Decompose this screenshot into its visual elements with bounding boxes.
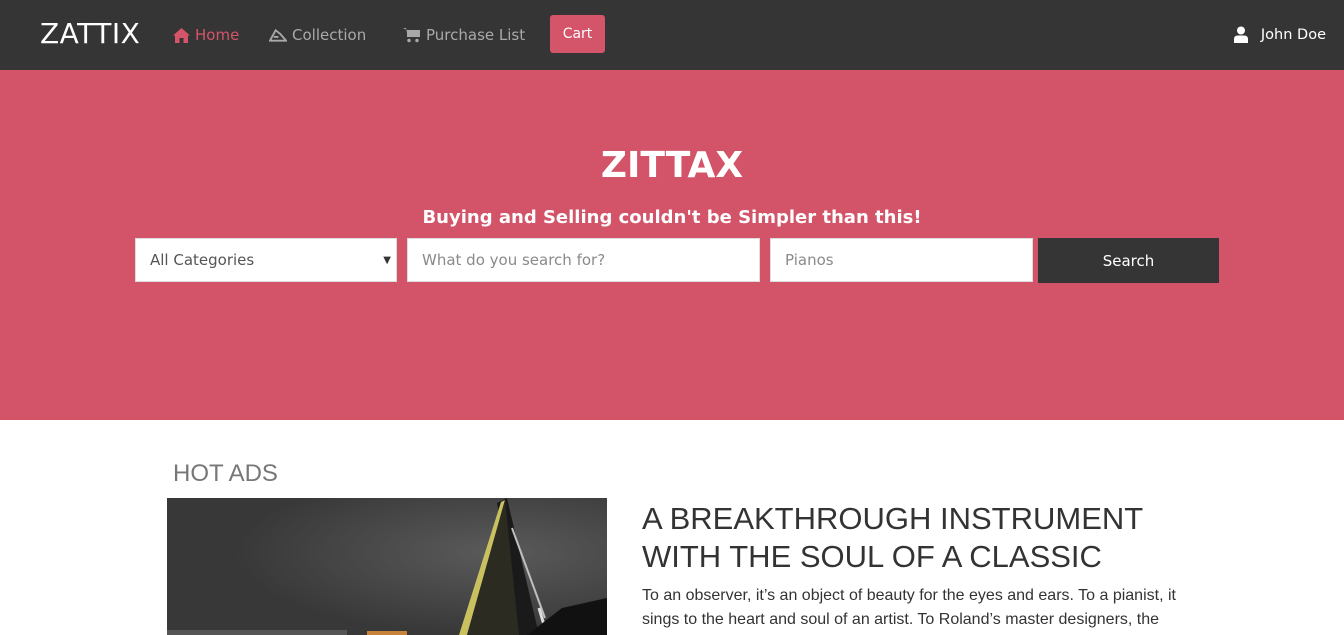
- nav-purchase-list[interactable]: Purchase List: [403, 24, 525, 46]
- user-icon: [1233, 26, 1250, 44]
- nav-collection[interactable]: Collection: [269, 24, 366, 46]
- piano-image: [167, 498, 607, 635]
- collection-icon: [269, 26, 287, 44]
- ad-description: To an observer, it’s an object of beauty…: [642, 587, 1176, 628]
- user-name: John Doe: [1260, 27, 1326, 43]
- nav-collection-label: Collection: [292, 26, 367, 44]
- cart-button[interactable]: Cart: [550, 15, 605, 53]
- keyword-input[interactable]: Pianos: [770, 238, 1033, 282]
- hero-subtitle: Buying and Selling couldn't be Simpler t…: [422, 207, 922, 228]
- ad-image[interactable]: [167, 498, 607, 635]
- home-icon: [172, 26, 190, 44]
- chevron-down-icon: ▼: [383, 254, 391, 266]
- hero-title: ZITTAX: [600, 145, 744, 186]
- user-menu[interactable]: John Doe: [1233, 24, 1326, 46]
- hero-banner: ZITTAX Buying and Selling couldn't be Si…: [0, 70, 1344, 420]
- section-title-hot-ads: HOT ADS: [173, 460, 278, 487]
- navbar: ZATTIX Home Collection Purchase List Car…: [0, 0, 1344, 70]
- search-button[interactable]: Search: [1038, 238, 1219, 283]
- search-input[interactable]: What do you search for?: [407, 238, 760, 282]
- nav-home-label: Home: [195, 26, 240, 44]
- ad-headline[interactable]: A BREAKTHROUGH INSTRUMENT WITH THE SOUL …: [642, 500, 1202, 576]
- cart-icon: [403, 26, 421, 44]
- category-select-value: All Categories: [150, 251, 255, 269]
- category-select[interactable]: All Categories ▼: [135, 238, 397, 282]
- nav-purchase-list-label: Purchase List: [426, 26, 526, 44]
- nav-home[interactable]: Home: [172, 24, 239, 46]
- brand-logo[interactable]: ZATTIX: [40, 17, 140, 50]
